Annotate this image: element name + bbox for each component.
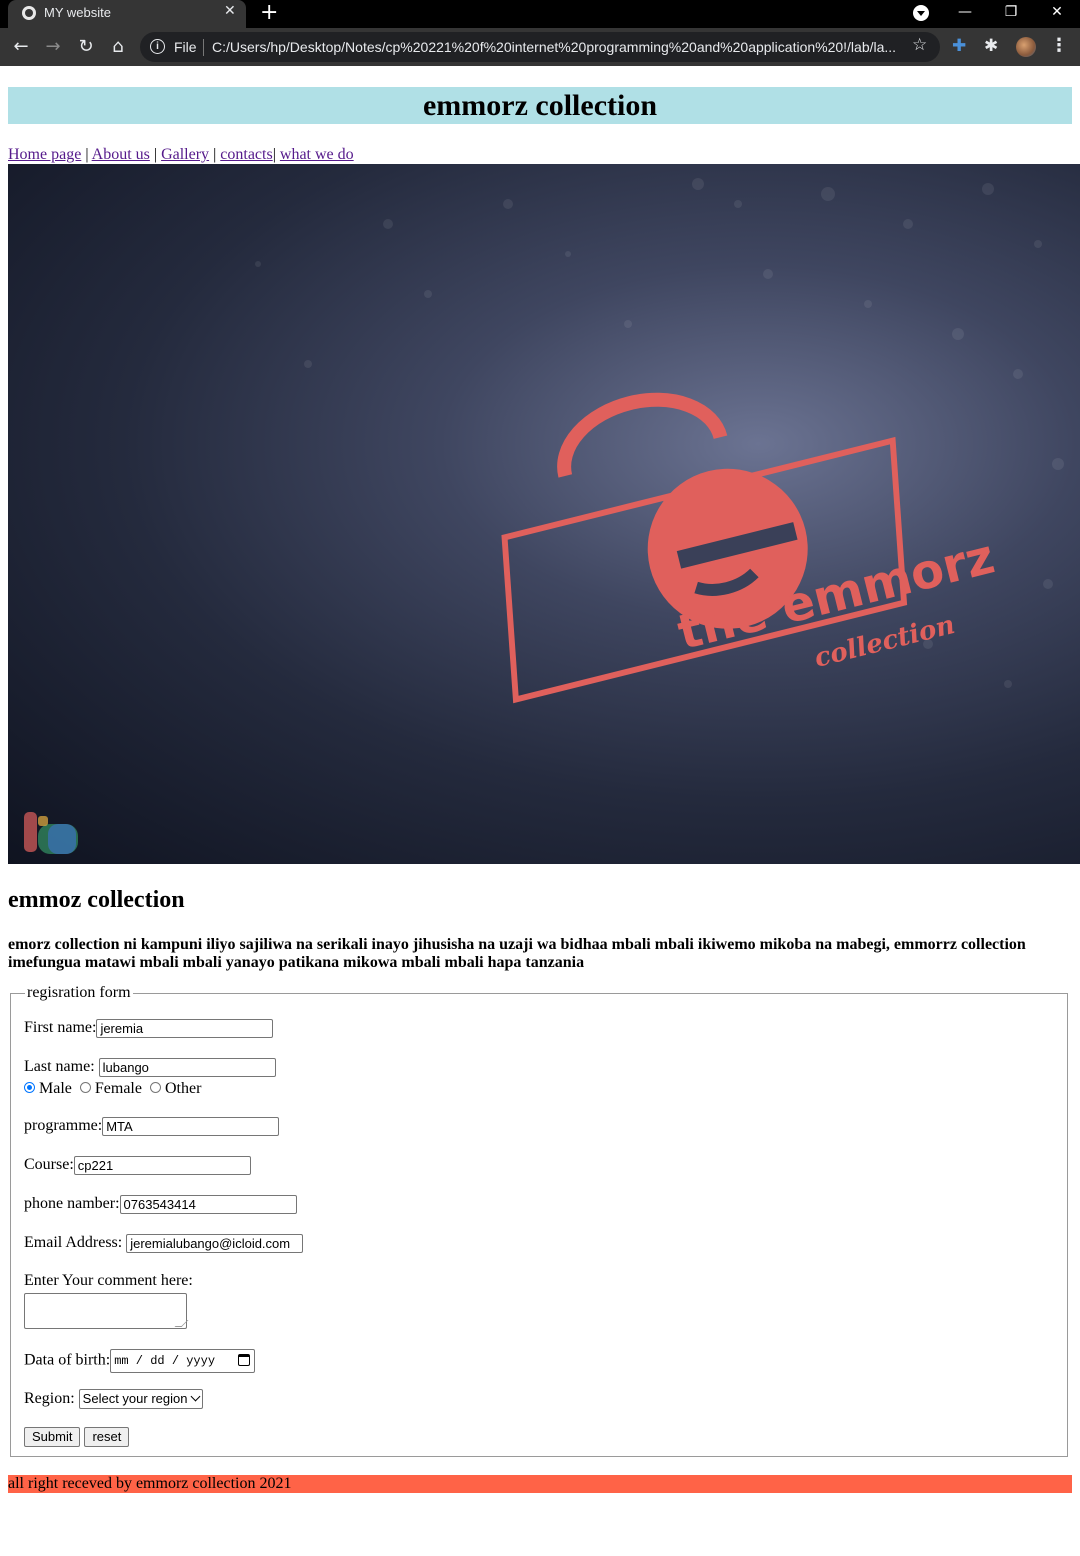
extension-icon[interactable]: ✚	[952, 36, 966, 56]
new-tab-button[interactable]: +	[260, 0, 278, 26]
about-text: emorz collection ni kampuni iliyo sajili…	[8, 936, 1026, 971]
submit-button[interactable]: Submit	[24, 1427, 81, 1448]
registration-form: regisration form First name: jeremia Last…	[10, 985, 1068, 1457]
form-legend: regisration form	[25, 984, 133, 1001]
address-bar[interactable]: i File C:/Users/hp/Desktop/Notes/cp%2022…	[140, 32, 940, 62]
site-footer: all right receved by emmorz collection 2…	[8, 1475, 1072, 1493]
url-text[interactable]: C:/Users/hp/Desktop/Notes/cp%20221%20f%2…	[212, 39, 902, 55]
back-icon[interactable]: ←	[10, 36, 32, 58]
region-label: Region:	[24, 1390, 75, 1407]
calendar-icon[interactable]	[238, 1354, 251, 1366]
minimize-button[interactable]: —	[942, 0, 988, 28]
browser-toolbar: ← → ↻ ⌂ i File C:/Users/hp/Desktop/Notes…	[0, 28, 1080, 66]
nav-link-what-we-do[interactable]: what we do	[280, 146, 354, 163]
region-selected-value: Select your region	[82, 1391, 188, 1407]
profile-avatar[interactable]	[1016, 37, 1036, 57]
gender-label-other: Other	[164, 1080, 202, 1097]
gender-radio-female[interactable]	[79, 1081, 91, 1093]
forward-icon[interactable]: →	[42, 36, 64, 58]
phone-row: phone namber: 0763543414	[24, 1194, 297, 1214]
dob-input[interactable]: mm / dd / yyyy	[110, 1349, 256, 1373]
dob-label: Data of birth:	[24, 1351, 111, 1369]
nav-separator: |	[85, 146, 89, 163]
comment-row: Enter Your comment here:	[24, 1271, 193, 1329]
nav-separator: |	[272, 146, 276, 163]
first-name-label: First name:	[24, 1019, 97, 1036]
comment-textarea[interactable]	[24, 1293, 187, 1329]
tab-title: MY website	[44, 5, 111, 20]
last-name-row: Last name: lubango	[24, 1057, 276, 1077]
email-input[interactable]: jeremialubango@icloid.com	[126, 1233, 304, 1253]
info-icon[interactable]: i	[150, 39, 165, 54]
site-nav: Home page | About us | Gallery | contact…	[8, 145, 354, 165]
nav-link-gallery[interactable]: Gallery	[161, 146, 209, 163]
email-row: Email Address: jeremialubango@icloid.com	[24, 1233, 304, 1253]
programme-row: programme: MTA	[24, 1116, 280, 1136]
reload-icon[interactable]: ↻	[75, 36, 97, 58]
last-name-label: Last name:	[24, 1058, 95, 1075]
reset-button[interactable]: reset	[84, 1427, 130, 1448]
gender-radio-other[interactable]	[149, 1081, 161, 1093]
star-icon[interactable]: ☆	[912, 35, 927, 55]
course-input[interactable]: cp221	[73, 1155, 251, 1175]
gender-label-male: Male	[39, 1080, 72, 1097]
gender-radio-male[interactable]	[24, 1081, 35, 1093]
gender-label-female: Female	[94, 1080, 142, 1097]
close-tab-icon[interactable]: ✕	[224, 3, 236, 19]
home-icon[interactable]: ⌂	[107, 36, 129, 58]
restore-button[interactable]: ❐	[988, 0, 1034, 28]
region-select[interactable]: Select your region	[78, 1389, 204, 1410]
omnibox-divider	[203, 39, 204, 56]
url-scheme: File	[174, 39, 197, 55]
nav-link-home[interactable]: Home page	[8, 146, 81, 163]
about-title: emmoz collection	[8, 887, 185, 913]
site-title: emmorz collection	[422, 89, 658, 122]
browser-tab[interactable]: MY website ✕	[8, 0, 246, 28]
comment-label: Enter Your comment here:	[24, 1272, 193, 1289]
form-actions: Submit reset	[24, 1427, 133, 1448]
browser-tabstrip: MY website ✕ + — ❐ ✕	[0, 0, 1080, 28]
dob-row: Data of birth: mm / dd / yyyy	[24, 1349, 256, 1373]
course-label: Course:	[24, 1156, 74, 1173]
tab-search-icon[interactable]	[913, 5, 929, 21]
email-label: Email Address:	[24, 1234, 123, 1251]
first-name-input[interactable]: jeremia	[96, 1018, 274, 1038]
globe-icon	[22, 6, 36, 20]
nav-link-about[interactable]: About us	[92, 146, 150, 163]
programme-label: programme:	[24, 1117, 103, 1134]
watermark-logo	[24, 812, 78, 854]
dob-placeholder: mm / dd / yyyy	[114, 1354, 216, 1368]
gender-radio-group: Male Female Other	[20, 1079, 201, 1099]
nav-separator: |	[153, 146, 158, 163]
phone-label: phone namber:	[24, 1195, 120, 1212]
chevron-down-icon	[191, 1391, 201, 1402]
last-name-input[interactable]: lubango	[98, 1057, 276, 1077]
course-row: Course: cp221	[24, 1155, 251, 1175]
programme-input[interactable]: MTA	[102, 1116, 280, 1136]
hero-logo-graphic: the emmorz collection	[24, 178, 1064, 854]
first-name-row: First name: jeremia	[24, 1018, 274, 1038]
close-window-button[interactable]: ✕	[1034, 0, 1080, 28]
region-row: Region: Select your region	[24, 1389, 204, 1410]
hero-image: the emmorz collection	[8, 164, 1080, 864]
site-header: emmorz collection	[8, 87, 1072, 124]
nav-separator: |	[213, 146, 217, 163]
menu-icon[interactable]: ⋮	[1050, 35, 1068, 56]
nav-link-contacts[interactable]: contacts	[220, 146, 272, 163]
phone-input[interactable]: 0763543414	[119, 1194, 297, 1214]
puzzle-icon[interactable]: ✱	[984, 36, 998, 56]
